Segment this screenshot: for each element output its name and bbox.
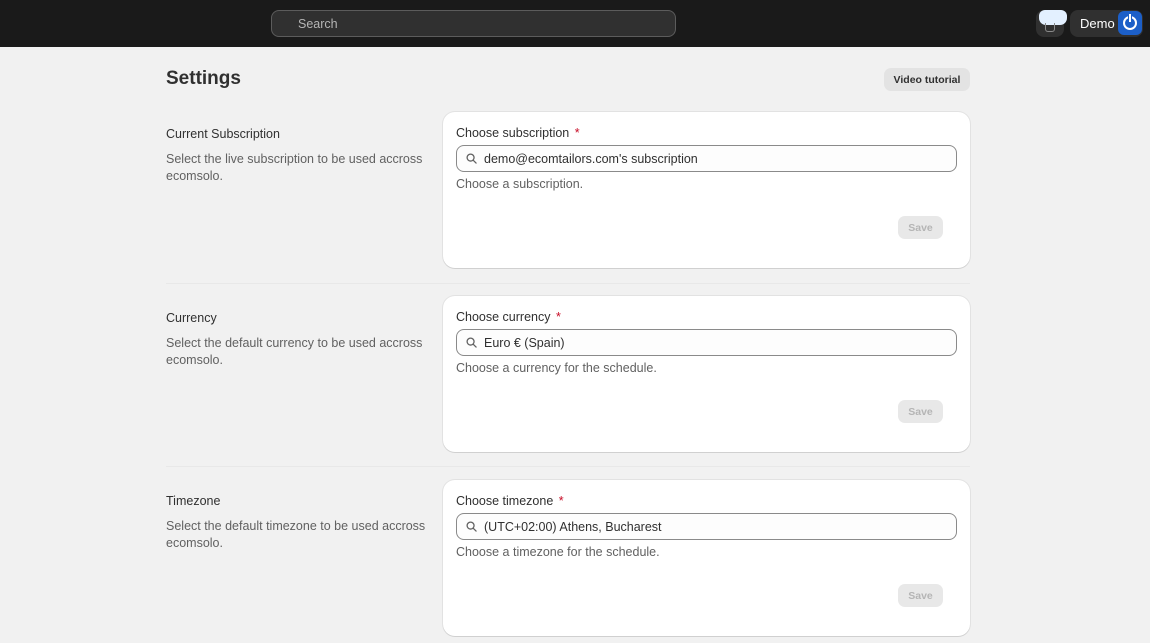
help-text: Choose a subscription. [456, 177, 584, 191]
page-title: Settings [166, 68, 241, 89]
section-divider [166, 283, 970, 284]
section-description: Select the default currency to be used a… [166, 336, 423, 367]
notifications-button[interactable] [1036, 10, 1067, 37]
section-heading: Timezone [166, 494, 221, 508]
section-description: Select the default timezone to be used a… [166, 519, 426, 550]
help-text: Choose a timezone for the schedule. [456, 545, 660, 559]
search-icon [466, 521, 477, 532]
search-icon [466, 337, 477, 348]
avatar [1118, 11, 1142, 35]
search-icon [466, 153, 477, 164]
field-label: Choose subscription * [456, 126, 580, 140]
timezone-card: Choose timezone * (UTC+02:00) Athens, Bu… [443, 480, 970, 636]
bell-icon [1045, 23, 1055, 32]
save-timezone-button[interactable]: Save [898, 584, 943, 607]
search-input[interactable] [272, 11, 675, 36]
section-heading: Currency [166, 311, 217, 325]
subscription-section-info: Current Subscription Select the live sub… [166, 127, 426, 185]
user-menu-button[interactable]: Demo [1070, 10, 1143, 37]
currency-combobox[interactable]: Euro € (Spain) [456, 329, 957, 356]
subscription-card: Choose subscription * demo@ecomtailors.c… [443, 112, 970, 268]
currency-card: Choose currency * Euro € (Spain) Choose … [443, 296, 970, 452]
field-label-text: Choose timezone [456, 494, 554, 508]
section-heading: Current Subscription [166, 127, 280, 141]
timezone-section-info: Timezone Select the default timezone to … [166, 494, 426, 552]
video-tutorial-button[interactable]: Video tutorial [884, 68, 970, 91]
subscription-combobox[interactable]: demo@ecomtailors.com's subscription [456, 145, 957, 172]
currency-value: Euro € (Spain) [484, 336, 565, 350]
required-mark: * [555, 310, 561, 324]
subscription-value: demo@ecomtailors.com's subscription [484, 152, 698, 166]
field-label-text: Choose currency [456, 310, 551, 324]
required-mark: * [558, 494, 564, 508]
save-currency-button[interactable]: Save [898, 400, 943, 423]
search-bar[interactable] [271, 10, 676, 37]
required-mark: * [574, 126, 580, 140]
help-text: Choose a currency for the schedule. [456, 361, 657, 375]
section-description: Select the live subscription to be used … [166, 152, 423, 183]
field-label: Choose currency * [456, 310, 561, 324]
field-label-text: Choose subscription [456, 126, 570, 140]
field-label: Choose timezone * [456, 494, 564, 508]
top-bar: Demo [0, 0, 1150, 47]
user-name: Demo [1080, 16, 1115, 31]
section-divider [166, 466, 970, 467]
currency-section-info: Currency Select the default currency to … [166, 311, 426, 369]
timezone-combobox[interactable]: (UTC+02:00) Athens, Bucharest [456, 513, 957, 540]
timezone-value: (UTC+02:00) Athens, Bucharest [484, 520, 662, 534]
save-subscription-button[interactable]: Save [898, 216, 943, 239]
